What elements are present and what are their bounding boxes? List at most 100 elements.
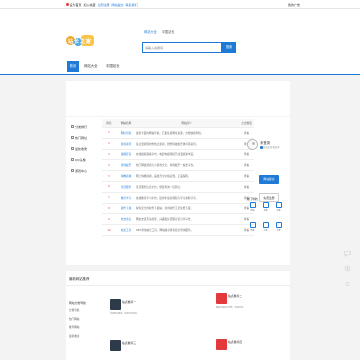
row-clicks[interactable]: 查看 [239,163,254,167]
table-row[interactable]: 2新闻资讯每日更新国内外热点新闻，财经科技娱乐体育等资讯。查看 [102,139,254,150]
row-rank: 10 [107,228,111,232]
search-button[interactable]: 搜索 [222,42,236,53]
bottom-nav-item[interactable]: 热门网站 [69,317,99,326]
search-tab-webmaster[interactable]: 中国站长 [162,29,175,34]
category-icon [71,158,74,161]
recommend-section: 最新网站推荐 网站分类导航 分类导航 热门网站 推荐网站 最新收录 站点推荐一 … [66,271,290,360]
table-row[interactable]: 3 视频影音 在线视频观看平台，电影电视剧综艺动漫资源丰富。 查看 [102,150,254,161]
row-name[interactable]: 视频影音 [116,152,136,156]
row-name[interactable]: 站长工具 [116,228,136,232]
row-desc: 生活服务信息平台，便民查询一应俱全。 [136,185,183,189]
site-card[interactable]: 站点推荐一 优质网站推荐，欢迎访问浏览。 [110,299,160,319]
row-desc: 网友交流互动社区，兴趣爱好话题讨论分享平台。 [136,218,194,222]
game-icon [249,222,256,228]
globe-icon [249,202,256,208]
submit-link[interactable]: 网站提交 [112,3,124,7]
shortcut-item[interactable]: 网站 [246,202,259,216]
category-item[interactable]: 分类排行 [68,121,100,132]
logo-text: 站长之家 [68,39,93,45]
site-card[interactable]: 站点推荐四 [216,339,266,359]
category-item[interactable]: 游戏中心 [68,165,100,176]
header-clicks: 点击数量 [241,122,252,125]
table-row[interactable]: 5 购物商城 网上购物商城，品类齐全价格实惠，正品保障。 查看 [102,171,254,182]
float-item-share[interactable] [341,263,354,275]
row-clicks[interactable]: 查看 [239,131,254,135]
register-link[interactable]: 立即注册 [98,3,110,7]
top-links: 设为首页 加入收藏 立即注册 网站提交 联系我们 [66,3,138,7]
shortcut-item[interactable]: 游戏 [246,222,259,236]
row-rank: 4 [108,163,110,167]
float-item-feedback[interactable] [341,248,354,260]
contact-link[interactable]: 联系我们 [126,3,138,7]
row-desc: 提供全面的网站导航，汇集优质网址资源，方便快捷查找。 [136,131,204,135]
avatar[interactable] [247,139,258,150]
site-card[interactable]: 站点推荐二 精彩内容每日更新，欢迎访问。 [216,293,266,313]
row-rank: 9 [108,217,110,221]
table-row[interactable]: 8 软件下载 绿色安全的软件下载站，常用软件工具免费下载。 查看 [102,204,254,215]
header-name: 网站名称 [120,122,132,125]
shortcut-item[interactable]: 文章 [259,202,272,216]
site-logo[interactable]: 站长之家 [66,33,96,49]
row-name[interactable]: 软件下载 [116,206,136,210]
row-desc: 每日更新国内外热点新闻，财经科技娱乐体育等资讯。 [136,142,199,146]
header-rank: 排名 [106,122,112,125]
table-row[interactable]: 1 网址导航 提供全面的网站导航，汇集优质网址资源，方便快捷查找。 查看 [102,128,254,139]
bottom-nav-item[interactable]: 分类导航 [69,308,99,317]
shortcut-item[interactable]: 下载 [272,222,285,236]
category-icon [71,169,74,172]
table-row[interactable]: 7 教育学习 在线教育学习平台，提供丰富的课程与学习资料分享。 查看 [102,193,254,204]
search-input[interactable] [143,43,211,52]
bottom-nav-item[interactable]: 推荐网站 [69,325,99,334]
shortcut-item[interactable]: 头像 [272,202,285,216]
row-name[interactable]: 社交论坛 [116,217,136,221]
nav-item-sites[interactable]: 网站大全 [84,61,98,72]
shortcut-label: 游戏 [250,230,255,232]
table-row[interactable]: 4 游戏娱乐 热门网络游戏与小游戏大全，休闲娱乐一站式平台。 查看 [102,160,254,172]
table-row[interactable]: 9 社交论坛 网友交流互动社区，兴趣爱好话题讨论分享平台。 查看 [102,214,254,226]
bottom-nav: 网站分类导航 分类导航 热门网站 推荐网站 最新收录 [69,301,99,342]
row-rank: 8 [108,206,110,210]
nav-item-webmaster[interactable]: 中国站长 [106,61,120,72]
bottom-nav-item[interactable]: 最新收录 [69,334,99,343]
shortcut-item[interactable]: 工具 [259,222,272,236]
home-link[interactable]: 设为首页 [66,3,82,7]
row-name[interactable]: 教育学习 [116,196,136,200]
row-name[interactable]: 游戏娱乐 [116,163,136,167]
table-row[interactable]: 6 生活服务 生活服务信息平台，便民查询一应俱全。 查看 [102,182,254,193]
row-rank: 7 [108,196,110,200]
row-desc: 在线视频观看平台，电影电视剧综艺动漫资源丰富。 [136,153,196,157]
divider [66,285,290,286]
row-clicks[interactable]: 查看 [239,174,254,178]
row-desc: 在线教育学习平台，提供丰富的课程与学习资料分享。 [136,196,199,200]
search-tabs: 网站大全 中国站长 [144,29,175,34]
bottom-nav-heading: 网站分类导航 [69,301,86,305]
site-card[interactable]: 站点推荐三 [110,340,160,360]
row-desc: SEO查询站长工具，网站收录排名综合查询服务。 [136,229,194,233]
row-name[interactable]: 购物商城 [116,174,136,178]
row-name[interactable]: 新闻资讯 [116,142,136,146]
category-label: 分类排行 [75,124,88,129]
row-name[interactable]: 生活服务 [116,185,136,189]
category-item[interactable]: 热门网址 [68,132,100,143]
shortcut-label: 下载 [276,230,281,232]
nav-item-home[interactable]: 首页 [67,61,79,72]
ad-link[interactable]: 我的广告 [288,3,300,7]
favorite-link[interactable]: 加入收藏 [84,3,96,7]
category-item[interactable]: 最新收录 [68,143,100,154]
category-icon [71,136,74,139]
row-rank: 5 [108,174,110,178]
submit-site-button[interactable]: 网站提交 [259,175,279,184]
float-item-top[interactable] [341,278,354,290]
category-label: 最新收录 [75,146,88,151]
share-icon [344,265,351,272]
row-clicks[interactable]: 查看 [239,185,254,189]
category-nav: 分类排行 热门网址 最新收录 QQ头像 游戏中心 [68,121,100,176]
search-tab-sites[interactable]: 网站大全 [144,29,157,34]
category-item[interactable]: QQ头像 [68,154,100,165]
table-row[interactable]: 10 站长工具 SEO查询站长工具，网站收录排名综合查询服务。 查看 [102,225,254,236]
row-rank: 6 [108,185,110,189]
shortcut-title: 热门导航 [246,197,258,201]
search-box [142,42,222,53]
row-clicks[interactable]: 查看 [239,152,254,156]
row-name[interactable]: 网址导航 [116,131,136,135]
